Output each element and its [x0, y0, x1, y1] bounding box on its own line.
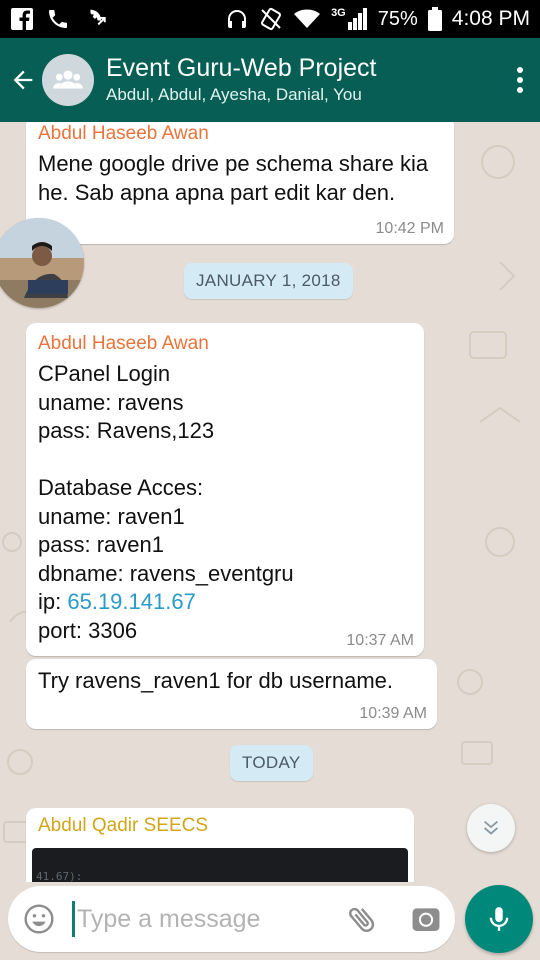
chat-header: Event Guru-Web Project Abdul, Abdul, Aye… [0, 38, 540, 122]
camera-button[interactable] [401, 886, 451, 952]
message-text-part: port: 3306 [38, 617, 138, 643]
message-time: 10:37 AM [346, 632, 414, 649]
back-arrow-icon [13, 70, 33, 90]
message-text-part: CPanel Login uname: ravens pass: Ravens,… [38, 361, 294, 614]
missed-call-icon [82, 6, 108, 32]
chat-title-block[interactable]: Event Guru-Web Project Abdul, Abdul, Aye… [106, 53, 500, 107]
more-vert-icon [517, 67, 523, 93]
message-sender: Abdul Haseeb Awan [38, 123, 209, 144]
battery-percent: 75% [377, 7, 418, 30]
ip-link[interactable]: 65.19.141.67 [67, 589, 195, 614]
message-text: Try ravens_raven1 for db username. [38, 668, 394, 693]
message-bubble[interactable]: Abdul Haseeb Awan Mene google drive pe s… [26, 122, 454, 244]
composer-bar [0, 882, 540, 960]
message-input[interactable] [77, 904, 327, 934]
message-bubble[interactable]: Abdul Qadir SEECS 41.67): [26, 808, 414, 882]
back-button[interactable] [0, 38, 46, 122]
message-text: CPanel Login uname: ravens pass: Ravens,… [38, 356, 412, 645]
message-sender: Abdul Haseeb Awan [38, 333, 209, 354]
more-options-button[interactable] [500, 38, 540, 122]
network-type: 3G [331, 7, 346, 19]
message-text: Mene google drive pe schema share kia he… [38, 151, 435, 205]
chat-participants: Abdul, Abdul, Ayesha, Danial, You [106, 85, 362, 104]
headphones-icon [225, 7, 249, 31]
voice-record-button[interactable] [465, 885, 533, 953]
attach-button[interactable] [337, 886, 387, 952]
group-avatar[interactable] [42, 54, 94, 106]
message-sender: Abdul Qadir SEECS [38, 815, 209, 836]
chat-title: Event Guru-Web Project [106, 54, 377, 82]
paperclip-icon [349, 907, 375, 932]
chat-area[interactable]: Abdul Haseeb Awan Mene google drive pe s… [0, 122, 540, 882]
scroll-to-bottom-button[interactable] [467, 804, 515, 852]
camera-icon [412, 908, 440, 932]
emoji-icon [24, 904, 54, 934]
no-signal-icon [259, 7, 283, 31]
date-divider: TODAY [230, 745, 313, 781]
message-bubble[interactable]: Try ravens_raven1 for db username. 10:39… [26, 659, 437, 729]
date-divider: JANUARY 1, 2018 [184, 263, 353, 299]
signal-icon: 3G [331, 8, 368, 30]
message-time: 10:39 AM [359, 705, 427, 722]
wifi-icon [293, 7, 321, 31]
phone-icon [46, 7, 70, 31]
status-time: 4:08 PM [451, 7, 530, 30]
group-icon [53, 70, 83, 89]
media-preview[interactable]: 41.67): [32, 848, 408, 882]
media-preview-text: 41.67): [36, 870, 83, 882]
message-bubble[interactable]: Abdul Haseeb Awan CPanel Login uname: ra… [26, 323, 424, 656]
text-caret [72, 901, 75, 937]
message-time: 10:42 PM [375, 220, 444, 237]
facebook-icon [10, 7, 34, 31]
emoji-button[interactable] [8, 886, 70, 952]
microphone-icon [489, 907, 509, 931]
double-chevron-down-icon [483, 820, 499, 835]
battery-icon [427, 7, 442, 31]
composer-pill [8, 886, 455, 952]
status-bar: 3G 75% 4:08 PM [0, 0, 540, 38]
